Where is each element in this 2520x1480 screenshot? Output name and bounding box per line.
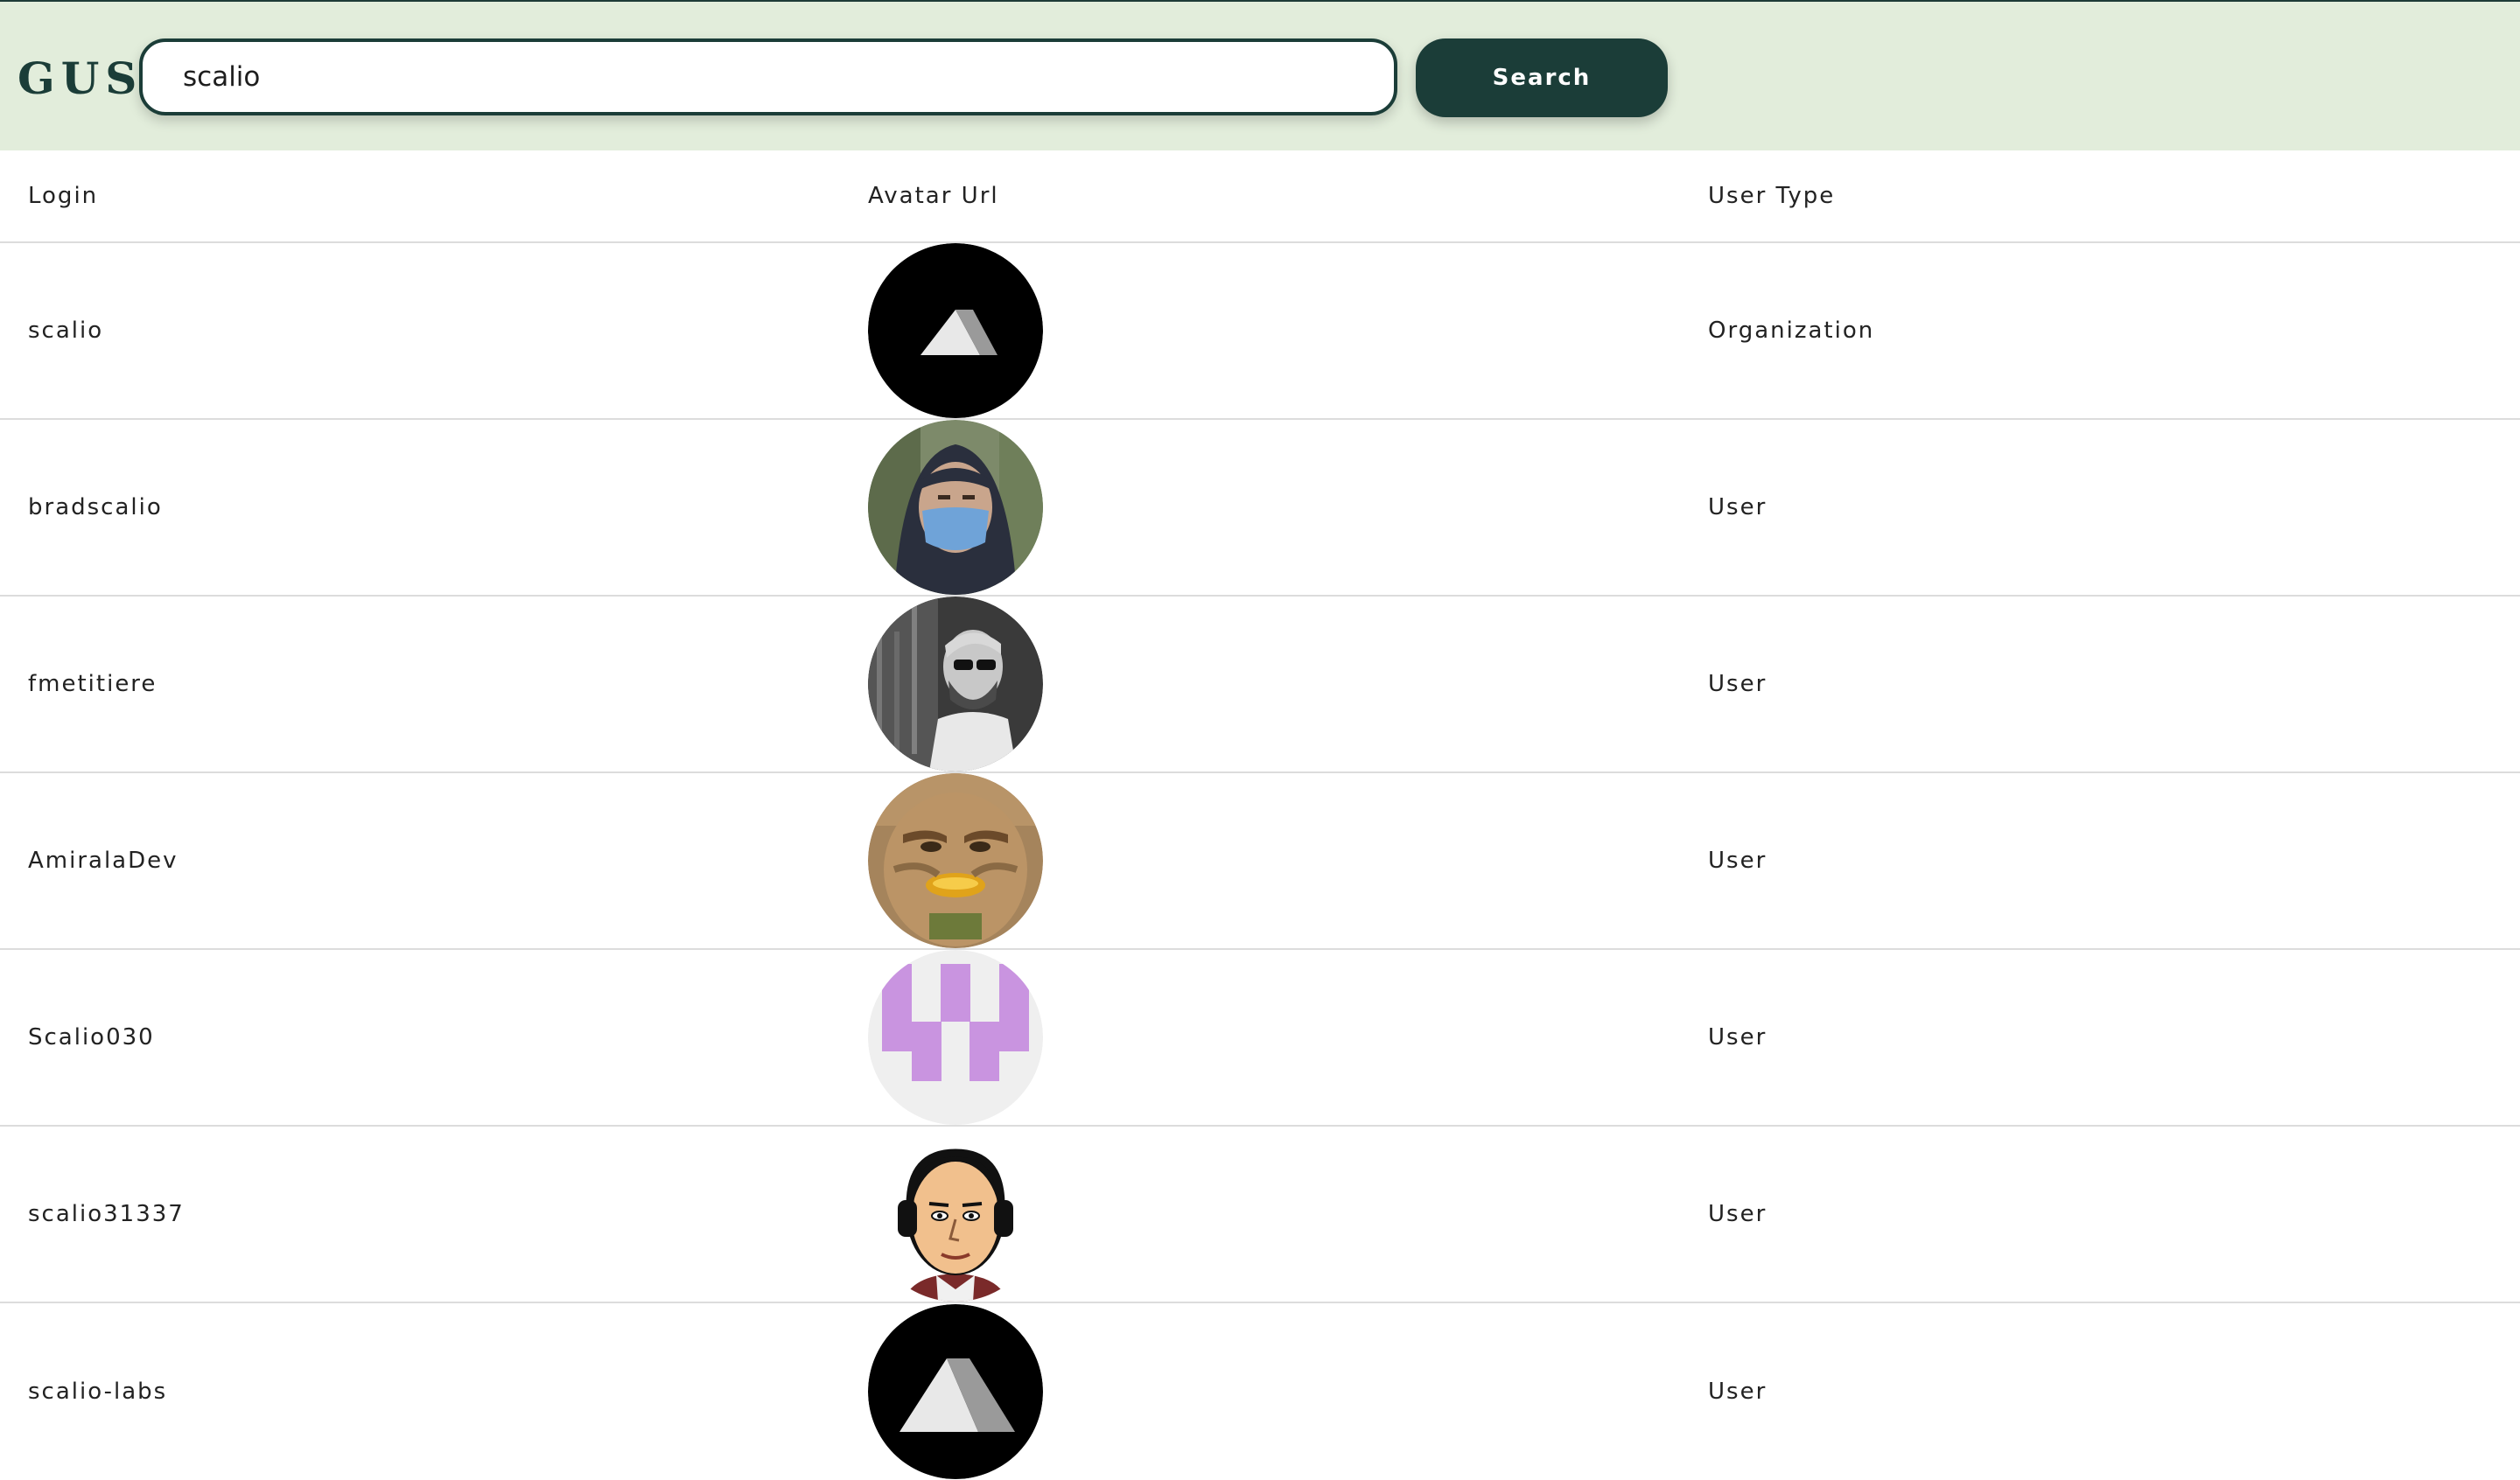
search-button[interactable]: Search xyxy=(1416,38,1668,117)
column-header-login: Login xyxy=(28,183,99,209)
login-cell: scalio31337 xyxy=(28,1201,185,1227)
app-logo[interactable]: GUS xyxy=(18,54,143,103)
column-header-user-type: User Type xyxy=(1708,183,1836,209)
search-input[interactable] xyxy=(139,38,1397,115)
user-type-cell: User xyxy=(1708,1024,1768,1051)
column-header-avatar-url: Avatar Url xyxy=(868,183,999,209)
users-table: Login Avatar Url User Type scalio Organi… xyxy=(0,150,2520,1480)
avatar-cell xyxy=(868,773,1043,948)
avatar-cell xyxy=(868,1127,1043,1302)
headphone-cartoon-avatar xyxy=(868,1127,1043,1302)
golden-face-artwork-avatar xyxy=(868,773,1043,948)
mountain-logo-avatar xyxy=(868,1304,1043,1479)
avatar-cell xyxy=(868,243,1043,418)
table-header-row: Login Avatar Url User Type xyxy=(0,150,2520,243)
avatar-cell xyxy=(868,950,1043,1125)
table-row[interactable]: Scalio030 User xyxy=(0,950,2520,1127)
table-row[interactable]: fmetitiere User xyxy=(0,597,2520,773)
user-type-cell: User xyxy=(1708,1379,1768,1405)
avatar-cell xyxy=(868,597,1043,771)
table-row[interactable]: scalio31337 User xyxy=(0,1127,2520,1303)
table-row[interactable]: scalio-labs User xyxy=(0,1303,2520,1480)
user-type-cell: User xyxy=(1708,671,1768,697)
table-row[interactable]: AmiralaDev User xyxy=(0,773,2520,950)
login-cell: AmiralaDev xyxy=(28,848,178,874)
user-type-cell: User xyxy=(1708,494,1768,520)
user-type-cell: User xyxy=(1708,848,1768,874)
app-header: GUS Search xyxy=(0,0,2520,150)
user-type-cell: User xyxy=(1708,1201,1768,1227)
login-cell: scalio xyxy=(28,318,104,344)
login-cell: bradscalio xyxy=(28,494,163,520)
bearded-man-photo-avatar xyxy=(868,597,1043,771)
table-row[interactable]: bradscalio User xyxy=(0,420,2520,597)
avatar-cell xyxy=(868,1303,1043,1480)
avatar-cell xyxy=(868,420,1043,595)
table-row[interactable]: scalio Organization xyxy=(0,243,2520,420)
login-cell: scalio-labs xyxy=(28,1379,168,1405)
user-type-cell: Organization xyxy=(1708,318,1875,344)
purple-identicon-avatar xyxy=(868,950,1043,1125)
mountain-logo-avatar xyxy=(868,243,1043,418)
login-cell: Scalio030 xyxy=(28,1024,155,1051)
masked-person-photo-avatar xyxy=(868,420,1043,595)
login-cell: fmetitiere xyxy=(28,671,158,697)
